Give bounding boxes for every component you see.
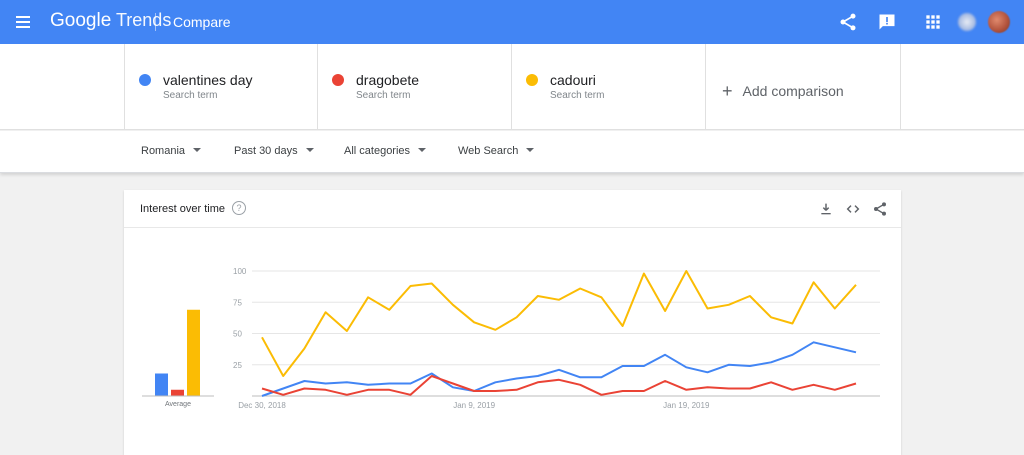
average-bar <box>171 389 184 396</box>
page-title: Compare <box>173 14 231 30</box>
google-trends-logo[interactable]: Google Trends <box>50 10 171 32</box>
account-avatar[interactable] <box>988 11 1010 33</box>
series-line <box>261 341 857 397</box>
add-comparison-button[interactable]: + Add comparison <box>722 80 844 101</box>
y-tick-label: 50 <box>233 330 242 339</box>
y-tick-label: 100 <box>233 267 247 276</box>
apps-grid-icon[interactable] <box>923 12 943 32</box>
average-bar <box>155 373 168 396</box>
caret-down-icon <box>193 148 202 152</box>
time-range-value: Past 30 days <box>234 145 298 157</box>
term-name: dragobete <box>356 72 420 88</box>
term-card-cadouri[interactable]: cadouri Search term <box>512 44 706 130</box>
region-dropdown[interactable]: Romania <box>141 145 202 157</box>
region-value: Romania <box>141 145 186 157</box>
average-label: Average <box>165 401 191 408</box>
top-app-bar: Google Trends Compare <box>0 0 1024 44</box>
series-line <box>261 375 857 396</box>
category-dropdown[interactable]: All categories <box>344 145 427 157</box>
hamburger-menu-icon[interactable] <box>14 12 34 32</box>
x-tick-label: Jan 9, 2019 <box>453 401 495 410</box>
feedback-icon[interactable] <box>877 12 897 32</box>
caret-down-icon <box>526 148 535 152</box>
term-card-dragobete[interactable]: dragobete Search term <box>318 44 512 130</box>
term-type-label: Search term <box>550 90 605 101</box>
category-value: All categories <box>344 145 411 157</box>
add-comparison-label: Add comparison <box>742 83 844 99</box>
y-tick-label: 25 <box>233 361 242 370</box>
filter-bar: Romania Past 30 days All categories Web … <box>0 131 1024 173</box>
search-type-value: Web Search <box>458 145 519 157</box>
term-card-valentines-day[interactable]: valentines day Search term <box>124 44 318 130</box>
plus-icon: + <box>722 81 733 101</box>
term-color-dot <box>332 74 344 86</box>
term-type-label: Search term <box>163 90 218 101</box>
time-range-dropdown[interactable]: Past 30 days <box>234 145 314 157</box>
average-bar <box>187 309 200 396</box>
caret-down-icon <box>305 148 314 152</box>
search-terms-bar: valentines day Search term dragobete Sea… <box>0 44 1024 130</box>
term-color-dot <box>526 74 538 86</box>
series-line <box>261 270 857 377</box>
search-type-dropdown[interactable]: Web Search <box>458 145 535 157</box>
term-name: valentines day <box>163 72 253 88</box>
term-color-dot <box>139 74 151 86</box>
share-icon[interactable] <box>838 12 858 32</box>
notification-avatar[interactable] <box>958 13 976 31</box>
term-type-label: Search term <box>356 90 411 101</box>
x-tick-label: Dec 30, 2018 <box>238 401 286 410</box>
caret-down-icon <box>418 148 427 152</box>
term-name: cadouri <box>550 72 596 88</box>
header-divider <box>155 13 156 31</box>
y-tick-label: 75 <box>233 298 242 307</box>
x-tick-label: Jan 19, 2019 <box>663 401 710 410</box>
interest-chart: 100 75 50 25 Dec 30, 2018 Jan 9, 2019 Jan 19, … <box>142 267 880 410</box>
interest-over-time-card: Interest over time ? 100 75 50 25 Dec 30, 20… <box>124 190 901 455</box>
